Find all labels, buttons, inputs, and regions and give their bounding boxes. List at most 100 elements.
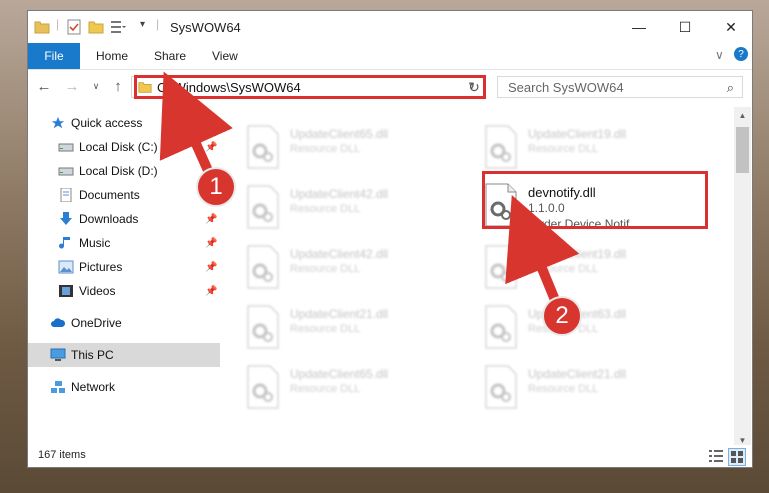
- documents-icon: [60, 188, 72, 202]
- sidebar-item-local-disk-c[interactable]: Local Disk (C:) 📌: [28, 135, 220, 159]
- file-name: UpdateClient42.dll: [290, 247, 389, 261]
- up-button[interactable]: ↑: [108, 76, 128, 96]
- pin-icon: 📌: [205, 141, 218, 153]
- sidebar-item-this-pc[interactable]: This PC: [28, 343, 220, 367]
- sidebar-item-label: Music: [79, 236, 111, 250]
- title-bar: | ▾ | SysWOW64 — ☐ ✕: [28, 11, 752, 43]
- ribbon-tabs: File Home Share View ∨ ?: [28, 43, 752, 70]
- sidebar-item-documents[interactable]: Documents: [28, 183, 220, 207]
- dll-file-icon: [247, 365, 279, 409]
- dll-file-icon: [485, 125, 517, 169]
- vertical-scrollbar[interactable]: ▲ ▼: [734, 107, 751, 449]
- tab-share[interactable]: Share: [154, 49, 186, 63]
- dll-file-icon: [485, 245, 517, 289]
- file-type: Resource DLL: [528, 143, 599, 155]
- sidebar-item-onedrive[interactable]: OneDrive: [28, 311, 220, 335]
- dll-file-icon: [247, 125, 279, 169]
- file-type: Resource DLL: [290, 143, 361, 155]
- help-icon[interactable]: ?: [734, 47, 748, 61]
- dll-file-icon: [247, 245, 279, 289]
- forward-button[interactable]: →: [62, 76, 82, 96]
- file-name: UpdateClient65.dll: [290, 127, 389, 141]
- navigation-pane: Quick access Local Disk (C:) 📌 Local Dis…: [28, 107, 220, 449]
- file-list: UpdateClient65.dll Resource DLL UpdateCl…: [220, 107, 734, 449]
- pin-icon: 📌: [205, 237, 218, 249]
- file-item[interactable]: UpdateClient21.dll Resource DLL: [484, 363, 714, 417]
- properties-icon[interactable]: [66, 19, 82, 35]
- file-item[interactable]: UpdateClient65.dll Resource DLL: [246, 123, 476, 177]
- dll-file-icon: [485, 365, 517, 409]
- file-name: UpdateClient42.dll: [290, 187, 389, 201]
- recent-locations-button[interactable]: ∨: [86, 76, 106, 96]
- file-type: Resource DLL: [290, 263, 361, 275]
- pin-icon: 📌: [205, 285, 218, 297]
- scroll-thumb[interactable]: [736, 127, 749, 173]
- sidebar-item-videos[interactable]: Videos 📌: [28, 279, 220, 303]
- pin-icon: 📌: [205, 261, 218, 273]
- file-type: Resource DLL: [528, 383, 599, 395]
- file-item[interactable]: UpdateClient65.dll Resource DLL: [246, 363, 476, 417]
- explorer-window: | ▾ | SysWOW64 — ☐ ✕ File Home Share Vie…: [28, 11, 752, 467]
- file-name: UpdateClient21.dll: [290, 307, 389, 321]
- maximize-button[interactable]: ☐: [662, 11, 708, 43]
- tab-view[interactable]: View: [212, 49, 238, 63]
- sidebar-item-label: This PC: [71, 348, 114, 362]
- window-title: SysWOW64: [170, 20, 241, 35]
- music-icon: [59, 237, 70, 249]
- folder-icon: [34, 21, 50, 34]
- new-folder-icon[interactable]: [88, 19, 104, 35]
- sidebar-item-label: Network: [71, 380, 116, 394]
- sidebar-item-quick-access[interactable]: Quick access: [28, 111, 220, 135]
- sidebar-item-label: Videos: [79, 284, 116, 298]
- file-item[interactable]: UpdateClient63.dll Resource DLL: [484, 303, 714, 357]
- downloads-icon: [60, 212, 72, 225]
- step-2-badge: 2: [542, 296, 582, 336]
- sidebar-item-music[interactable]: Music 📌: [28, 231, 220, 255]
- network-icon: [51, 381, 65, 393]
- close-button[interactable]: ✕: [708, 11, 752, 43]
- sidebar-item-label: Downloads: [79, 212, 139, 226]
- scroll-up-icon[interactable]: ▲: [734, 107, 751, 124]
- sidebar-item-label: Pictures: [79, 260, 123, 274]
- minimize-button[interactable]: —: [616, 11, 662, 43]
- tiles-view-icon[interactable]: [728, 448, 746, 466]
- sidebar-item-label: Quick access: [71, 116, 143, 130]
- status-bar: 167 items: [28, 445, 752, 467]
- file-name: UpdateClient19.dll: [528, 127, 627, 141]
- file-name: UpdateClient19.dll: [528, 247, 627, 261]
- search-icon: ⌕: [726, 80, 734, 95]
- sidebar-item-label: Local Disk (D:): [79, 164, 158, 178]
- sidebar-item-downloads[interactable]: Downloads 📌: [28, 207, 220, 231]
- sidebar-item-label: OneDrive: [71, 316, 122, 330]
- sidebar-item-local-disk-d[interactable]: Local Disk (D:): [28, 159, 220, 183]
- file-name: UpdateClient21.dll: [528, 367, 627, 381]
- file-item[interactable]: UpdateClient19.dll Resource DLL: [484, 243, 714, 297]
- back-button[interactable]: ←: [34, 76, 54, 96]
- file-name: UpdateClient65.dll: [290, 367, 389, 381]
- drive-icon: [58, 143, 74, 152]
- dll-file-icon: [485, 305, 517, 349]
- address-highlight-box: [134, 75, 486, 99]
- file-type: Resource DLL: [528, 263, 599, 275]
- star-icon: [51, 116, 65, 129]
- customize-toolbar-icon[interactable]: [110, 19, 126, 35]
- step-1-badge: 1: [196, 167, 236, 207]
- expand-ribbon-icon[interactable]: ∨: [715, 48, 724, 62]
- dll-file-icon: [247, 305, 279, 349]
- sidebar-item-label: Local Disk (C:): [79, 140, 158, 154]
- tab-home[interactable]: Home: [96, 49, 128, 63]
- file-item[interactable]: UpdateClient42.dll Resource DLL: [246, 183, 476, 237]
- file-item[interactable]: UpdateClient42.dll Resource DLL: [246, 243, 476, 297]
- sidebar-item-pictures[interactable]: Pictures 📌: [28, 255, 220, 279]
- tab-file[interactable]: File: [28, 43, 80, 69]
- details-view-icon[interactable]: [708, 448, 724, 464]
- sidebar-item-network[interactable]: Network: [28, 375, 220, 399]
- search-placeholder: Search SysWOW64: [508, 80, 624, 95]
- file-item[interactable]: UpdateClient21.dll Resource DLL: [246, 303, 476, 357]
- toolbar-dropdown-icon[interactable]: ▾: [140, 19, 145, 30]
- file-type: Resource DLL: [290, 203, 361, 215]
- search-input[interactable]: Search SysWOW64 ⌕: [497, 76, 743, 98]
- pictures-icon: [58, 260, 74, 274]
- file-item[interactable]: UpdateClient19.dll Resource DLL: [484, 123, 714, 177]
- dll-file-icon: [247, 185, 279, 229]
